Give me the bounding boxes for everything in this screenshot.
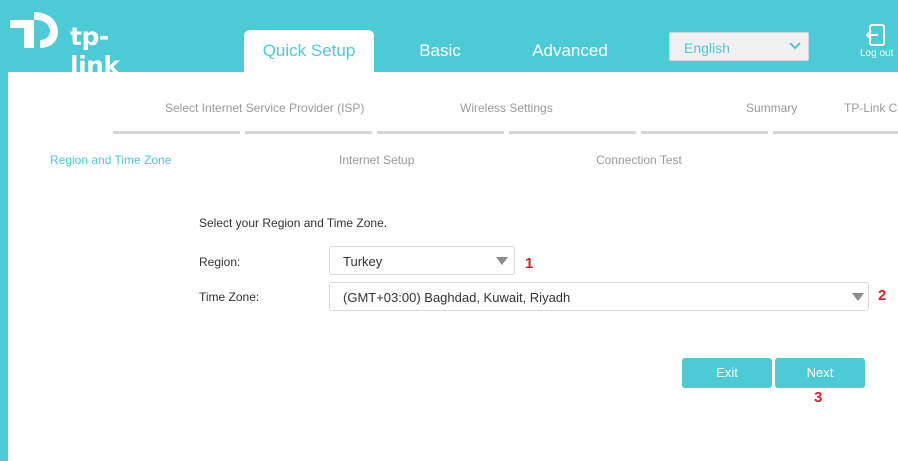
language-select[interactable]: English	[669, 32, 809, 61]
step-bar	[641, 131, 768, 134]
next-button[interactable]: Next	[775, 358, 865, 388]
logout-label: Log out	[860, 48, 894, 59]
dropdown-arrow-icon	[852, 293, 864, 301]
content-panel: Select Internet Service Provider (ISP) W…	[8, 72, 898, 461]
tp-link-logo: tp-link	[8, 8, 148, 80]
step-bar	[509, 131, 636, 134]
tab-advanced[interactable]: Advanced	[518, 30, 622, 72]
language-select-value: English	[684, 40, 730, 56]
marker-1: 1	[525, 255, 534, 272]
step-summary: Summary	[746, 101, 798, 115]
step-wireless: Wireless Settings	[460, 101, 553, 115]
tab-quick-setup[interactable]: Quick Setup	[244, 30, 374, 72]
logout-icon	[866, 24, 885, 46]
marker-3: 3	[814, 389, 823, 406]
region-select[interactable]: Turkey	[329, 246, 515, 275]
step-bar	[773, 131, 898, 134]
router-admin-app: tp-link Quick Setup Basic Advanced Engli…	[0, 0, 898, 461]
chevron-down-icon	[789, 42, 801, 50]
timezone-select-value: (GMT+03:00) Baghdad, Kuwait, Riyadh	[343, 290, 571, 305]
step-region-timezone: Region and Time Zone	[50, 153, 172, 167]
step-connection-test: Connection Test	[596, 153, 682, 167]
step-tplink-cloud: TP-Link C	[844, 101, 898, 115]
step-bar	[377, 131, 504, 134]
tab-basic[interactable]: Basic	[393, 30, 487, 72]
region-select-value: Turkey	[343, 254, 383, 269]
logout-button[interactable]: Log out	[858, 24, 898, 64]
timezone-label: Time Zone:	[199, 290, 260, 304]
timezone-select[interactable]: (GMT+03:00) Baghdad, Kuwait, Riyadh	[329, 282, 869, 311]
step-bar	[245, 131, 372, 134]
exit-button[interactable]: Exit	[682, 358, 772, 388]
step-bar	[113, 131, 240, 134]
dropdown-arrow-icon	[496, 257, 508, 265]
marker-2: 2	[878, 287, 887, 304]
step-isp: Select Internet Service Provider (ISP)	[165, 101, 365, 115]
tp-link-logo-icon	[10, 12, 58, 48]
form-prompt: Select your Region and Time Zone.	[199, 216, 388, 230]
step-internet-setup: Internet Setup	[339, 153, 415, 167]
region-label: Region:	[199, 255, 241, 269]
